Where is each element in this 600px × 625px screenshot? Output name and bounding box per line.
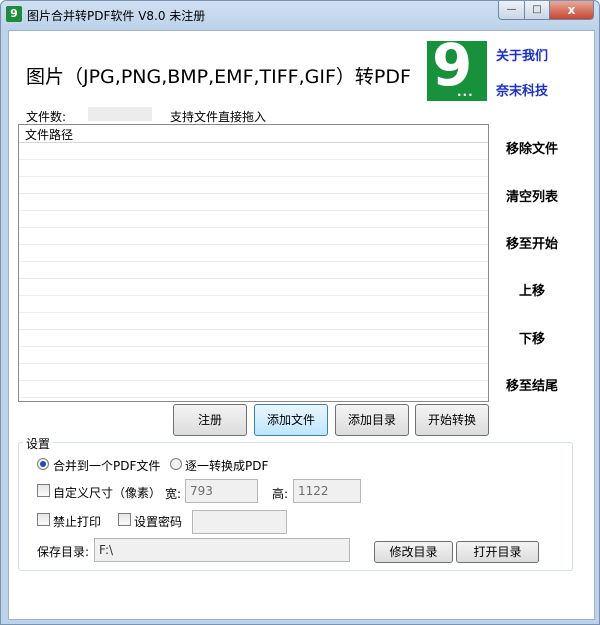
row-separator (19, 193, 488, 194)
row-separator (19, 346, 488, 347)
password-input[interactable] (192, 510, 287, 534)
company-link[interactable]: 奈末科技 (496, 80, 548, 99)
company-logo: 9 ... (427, 35, 487, 101)
width-input[interactable]: 793 (185, 479, 258, 503)
row-separator (19, 176, 488, 177)
row-separator (19, 159, 488, 160)
no-print-label: 禁止打印 (53, 515, 102, 529)
row-separator (19, 397, 488, 398)
row-separator (19, 329, 488, 330)
change-dir-button[interactable]: 修改目录 (374, 541, 453, 563)
height-label: 高: (272, 487, 289, 501)
custom-size-label: 自定义尺寸（像素） (53, 486, 162, 500)
open-dir-button[interactable]: 打开目录 (456, 541, 539, 563)
move-to-bottom-button[interactable]: 移至结尾 (495, 375, 569, 394)
no-print-option[interactable]: 禁止打印 (37, 513, 117, 529)
maximize-button[interactable]: □ (525, 1, 550, 20)
minimize-button[interactable]: — (498, 1, 525, 20)
row-separator (19, 210, 488, 211)
password-option[interactable]: 设置密码 (118, 513, 198, 529)
row-separator (19, 261, 488, 262)
width-value: 793 (190, 484, 213, 498)
merge-option-label: 合并到一个PDF文件 (53, 459, 161, 473)
height-value: 1122 (298, 484, 329, 498)
row-separator (19, 363, 488, 364)
move-down-button[interactable]: 下移 (495, 328, 569, 347)
settings-group-title: 设置 (23, 435, 54, 452)
file-list-header[interactable]: 文件路径 (19, 125, 488, 143)
save-dir-value: F:\ (99, 543, 114, 557)
page-title: 图片（JPG,PNG,BMP,EMF,TIFF,GIF）转PDF (26, 66, 411, 88)
clear-list-button[interactable]: 清空列表 (495, 186, 569, 205)
column-header-path: 文件路径 (25, 128, 74, 142)
custom-size-checkbox[interactable] (37, 484, 50, 497)
row-separator (19, 278, 488, 279)
logo-dots: ... (457, 85, 474, 99)
window-title: 图片合并转PDF软件 V8.0 未注册 (27, 9, 206, 23)
merge-option[interactable]: 合并到一个PDF文件 (37, 457, 177, 473)
main-panel: 图片（JPG,PNG,BMP,EMF,TIFF,GIF）转PDF 9 ... 关… (8, 30, 595, 620)
height-input[interactable]: 1122 (293, 479, 361, 503)
file-count-label: 文件数: (26, 110, 67, 124)
custom-size-option[interactable]: 自定义尺寸（像素） (37, 484, 167, 500)
title-bar[interactable]: 9 图片合并转PDF软件 V8.0 未注册 — □ x (1, 1, 599, 29)
drag-hint: 支持文件直接拖入 (170, 110, 267, 124)
add-folder-button[interactable]: 添加目录 (335, 404, 409, 436)
register-button[interactable]: 注册 (173, 404, 247, 436)
row-separator (19, 244, 488, 245)
row-separator (19, 295, 488, 296)
close-button[interactable]: x (550, 1, 594, 20)
separate-option[interactable]: 逐一转换成PDF (170, 457, 290, 473)
app-window: 9 图片合并转PDF软件 V8.0 未注册 — □ x 图片（JPG,PNG,B… (0, 0, 600, 625)
password-checkbox[interactable] (118, 513, 131, 526)
row-separator (19, 312, 488, 313)
start-convert-button[interactable]: 开始转换 (415, 404, 489, 436)
password-label: 设置密码 (134, 515, 183, 529)
separate-option-label: 逐一转换成PDF (185, 459, 269, 473)
save-dir-label: 保存目录: (37, 545, 90, 559)
file-count-value (88, 107, 152, 121)
row-separator (19, 227, 488, 228)
save-dir-input[interactable]: F:\ (94, 538, 350, 562)
merge-radio[interactable] (37, 458, 49, 470)
move-up-button[interactable]: 上移 (495, 280, 569, 299)
move-to-top-button[interactable]: 移至开始 (495, 233, 569, 252)
window-controls: — □ x (498, 1, 594, 20)
file-list[interactable]: 文件路径 (18, 124, 489, 402)
no-print-checkbox[interactable] (37, 513, 50, 526)
remove-file-button[interactable]: 移除文件 (495, 138, 569, 157)
separate-radio[interactable] (170, 458, 182, 470)
app-icon: 9 (6, 6, 22, 22)
width-label: 宽: (165, 487, 182, 501)
about-us-link[interactable]: 关于我们 (496, 45, 548, 64)
add-file-button[interactable]: 添加文件 (254, 404, 328, 436)
row-separator (19, 380, 488, 381)
